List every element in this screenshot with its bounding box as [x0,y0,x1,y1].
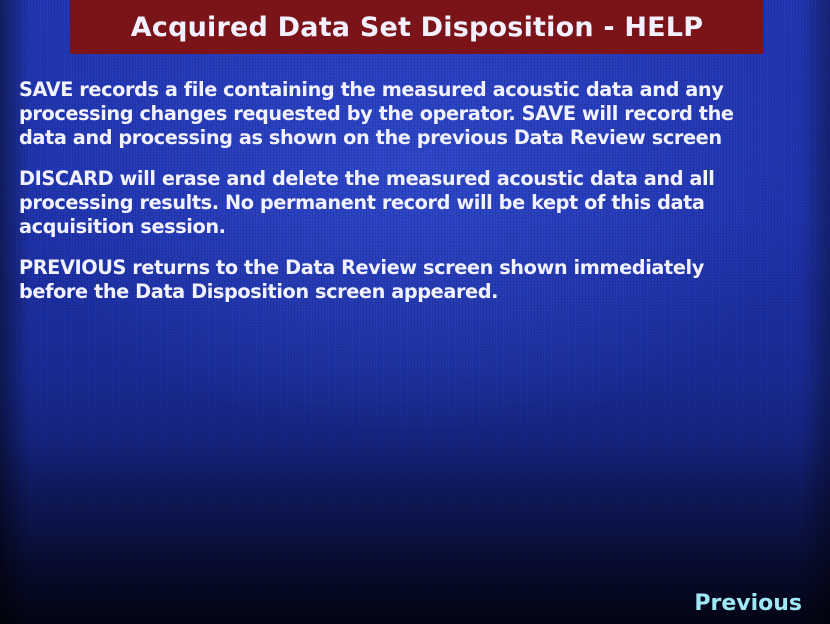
help-paragraph-previous: PREVIOUS returns to the Data Review scre… [19,256,704,303]
title-bar: Acquired Data Set Disposition - HELP [70,0,764,54]
help-paragraph-save: SAVE records a file containing the measu… [19,78,734,149]
help-body: SAVE records a file containing the measu… [19,78,821,321]
page-title: Acquired Data Set Disposition - HELP [130,11,704,43]
help-paragraph-discard: DISCARD will erase and delete the measur… [19,167,715,238]
previous-button[interactable]: Previous [694,591,802,616]
help-screen: Acquired Data Set Disposition - HELP SAV… [0,0,830,624]
